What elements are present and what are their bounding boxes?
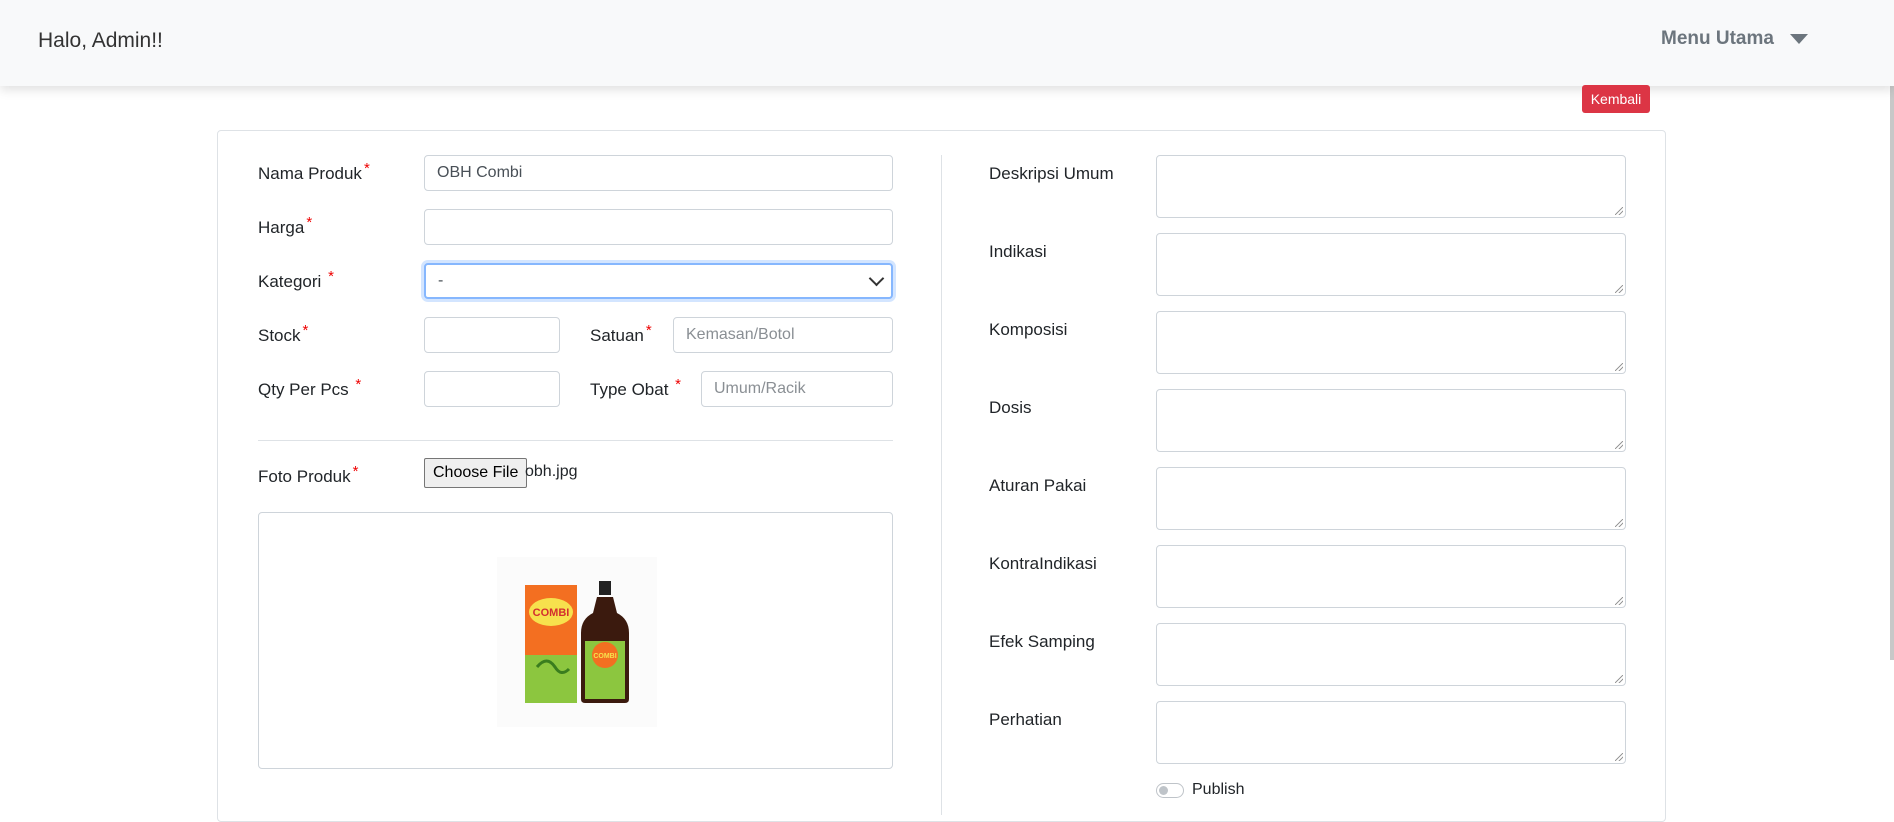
qty-per-pcs-label: Qty Per Pcs * [258, 376, 361, 400]
harga-label: Harga * [258, 214, 312, 238]
required-mark: * [645, 322, 652, 339]
harga-input[interactable] [424, 209, 893, 245]
stock-input[interactable] [424, 317, 560, 353]
satuan-input[interactable]: Kemasan/Botol [673, 317, 893, 353]
field-label-komposisi: Komposisi [989, 320, 1068, 339]
satuan-label-text: Satuan [590, 326, 644, 345]
field-label-kontraindikasi: KontraIndikasi [989, 554, 1097, 573]
nama-produk-label: Nama Produk * [258, 160, 370, 184]
section-divider [258, 440, 893, 441]
main-menu-dropdown[interactable]: Menu Utama [1661, 28, 1808, 50]
toggle-knob [1159, 786, 1168, 795]
kategori-label-text: Kategori [258, 272, 322, 291]
choose-file-button[interactable]: Choose File [424, 458, 528, 488]
kategori-select[interactable]: - [424, 263, 893, 299]
field-label-indikasi: Indikasi [989, 242, 1047, 261]
back-button[interactable]: Kembali [1582, 85, 1650, 113]
selected-file-name: obh.jpg [525, 463, 578, 480]
product-image: COMBI COMBI [497, 557, 657, 727]
kategori-label: Kategori * [258, 268, 334, 292]
required-mark: * [306, 214, 313, 231]
field-label-perhatian: Perhatian [989, 710, 1062, 729]
bottle-brand-text: COMBI [593, 653, 616, 660]
textarea-deskripsi-umum[interactable] [1156, 155, 1626, 218]
top-navbar: Halo, Admin!! Menu Utama [0, 0, 1894, 86]
required-mark: * [328, 268, 334, 285]
bottle-cap [599, 581, 611, 595]
textarea-aturan-pakai[interactable] [1156, 467, 1626, 530]
column-divider [941, 155, 942, 815]
satuan-label: Satuan * [590, 322, 652, 346]
type-obat-input[interactable]: Umum/Racik [701, 371, 893, 407]
box-brand-text: COMBI [533, 607, 570, 619]
textarea-kontraindikasi[interactable] [1156, 545, 1626, 608]
kategori-selected-value: - [438, 272, 444, 289]
required-mark: * [352, 463, 359, 480]
required-mark: * [302, 322, 309, 339]
textarea-dosis[interactable] [1156, 389, 1626, 452]
field-label-aturan-pakai: Aturan Pakai [989, 476, 1087, 495]
textarea-efek-samping[interactable] [1156, 623, 1626, 686]
textarea-komposisi[interactable] [1156, 311, 1626, 374]
nama-produk-label-text: Nama Produk [258, 164, 362, 183]
stock-label-text: Stock [258, 326, 301, 345]
textarea-indikasi[interactable] [1156, 233, 1626, 296]
qty-per-pcs-input[interactable] [424, 371, 560, 407]
field-label-deskripsi-umum: Deskripsi Umum [989, 164, 1114, 183]
field-label-dosis: Dosis [989, 398, 1032, 417]
product-image-preview: COMBI COMBI [258, 512, 893, 769]
nama-produk-input[interactable]: OBH Combi [424, 155, 893, 191]
type-obat-label-text: Type Obat [590, 380, 669, 399]
publish-toggle[interactable] [1156, 783, 1184, 798]
caret-down-icon [1789, 34, 1808, 44]
foto-produk-label: Foto Produk * [258, 463, 358, 487]
required-mark: * [355, 376, 362, 393]
required-mark: * [363, 160, 370, 177]
textarea-perhatian[interactable] [1156, 701, 1626, 764]
required-mark: * [675, 376, 682, 393]
foto-produk-label-text: Foto Produk [258, 467, 351, 486]
stock-label: Stock * [258, 322, 308, 346]
publish-label: Publish [1192, 781, 1245, 798]
qty-per-pcs-label-text: Qty Per Pcs [258, 380, 349, 399]
scrollbar[interactable] [1890, 0, 1894, 660]
medicine-box: COMBI [525, 585, 577, 703]
chevron-down-icon [868, 270, 885, 287]
harga-label-text: Harga [258, 218, 305, 237]
greeting-text: Halo, Admin!! [38, 29, 163, 52]
main-menu-label: Menu Utama [1661, 28, 1774, 49]
type-obat-label: Type Obat * [590, 376, 681, 400]
field-label-efek-samping: Efek Samping [989, 632, 1095, 651]
